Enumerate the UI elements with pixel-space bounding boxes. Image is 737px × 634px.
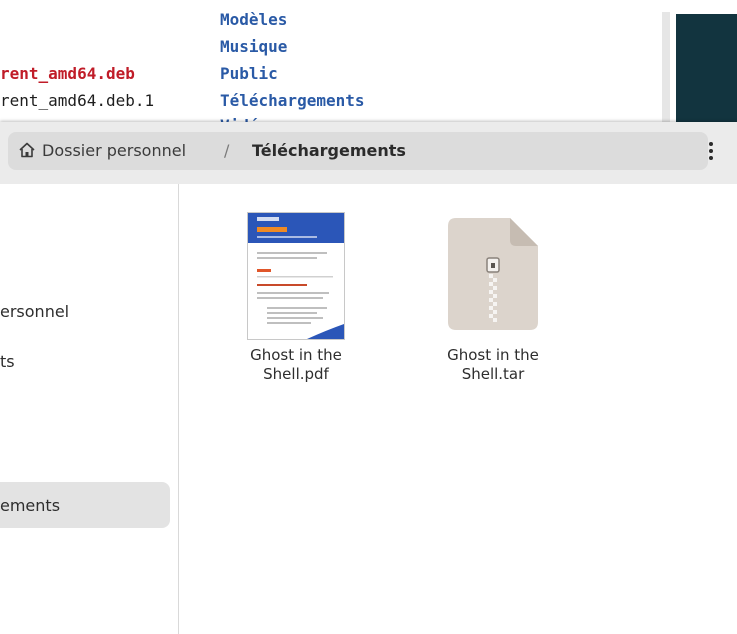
terminal-scrollbar[interactable] (662, 12, 670, 128)
file-name: Shell.pdf (263, 365, 329, 383)
breadcrumb-current[interactable]: Téléchargements (252, 141, 406, 160)
file-manager-window: Dossier personnel / Téléchargements erso… (0, 122, 737, 634)
terminal-file-entry: rent_amd64.deb (0, 64, 135, 83)
terminal-dir-entry: Public (220, 64, 278, 83)
terminal-dir-entry: Modèles (220, 10, 288, 29)
sidebar-item-home[interactable]: ersonnel (0, 302, 69, 321)
terminal-window: Modèles Musique Public Téléchargements V… (0, 0, 737, 128)
terminal-dir-entry: Musique (220, 37, 288, 56)
path-bar[interactable]: Dossier personnel / Téléchargements (8, 132, 708, 170)
menu-dot-icon (709, 142, 713, 146)
sidebar-item-label: ts (0, 352, 15, 371)
breadcrumb-home-label: Dossier personnel (42, 141, 187, 160)
file-item-archive[interactable]: Ghost in the Shell.tar (423, 346, 563, 384)
more-options-button[interactable] (704, 142, 718, 162)
file-name: Ghost in the (447, 346, 539, 364)
menu-dot-icon (709, 156, 713, 160)
file-name: Ghost in the (250, 346, 342, 364)
file-item-pdf[interactable]: Ghost in the Shell.pdf (226, 346, 366, 384)
sidebar-item-downloads-text[interactable]: ements (0, 496, 60, 515)
archive-file-icon[interactable] (448, 218, 538, 330)
header-bar: Dossier personnel / Téléchargements (0, 122, 737, 185)
sidebar-item-documents[interactable]: ts (0, 352, 15, 371)
terminal-dir-entry: Téléchargements (220, 91, 365, 110)
menu-dot-icon (709, 149, 713, 153)
pdf-thumbnail-icon[interactable] (247, 212, 345, 340)
breadcrumb-separator: / (224, 141, 230, 160)
background-window (676, 14, 737, 128)
breadcrumb-home[interactable]: Dossier personnel (18, 141, 186, 160)
sidebar: ersonnel ts ements (0, 184, 179, 634)
home-icon (19, 142, 35, 158)
sidebar-item-label: ements (0, 496, 61, 515)
file-name: Shell.tar (461, 365, 525, 383)
sidebar-item-label: ersonnel (0, 302, 70, 321)
terminal-file-entry: rent_amd64.deb.1 (0, 91, 155, 110)
